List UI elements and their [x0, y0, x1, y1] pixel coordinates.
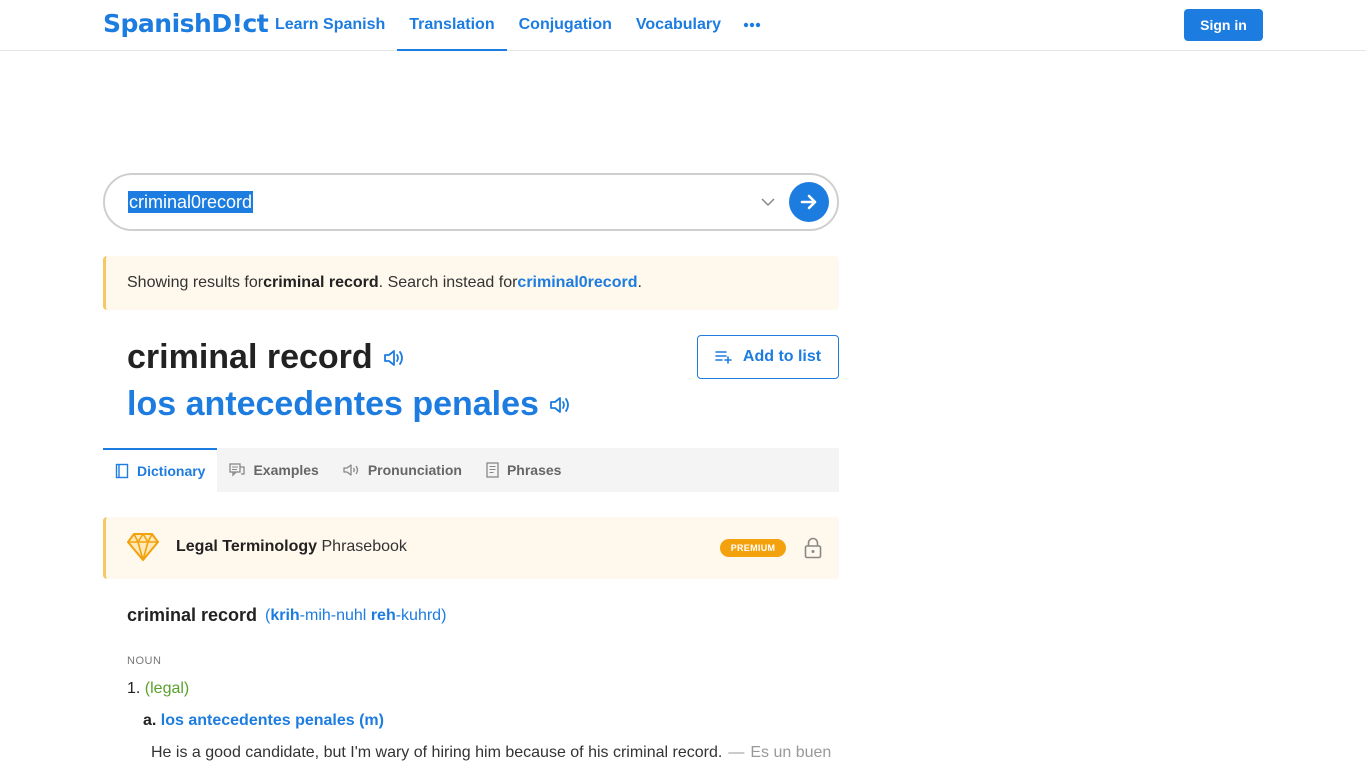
- notice-result: criminal record: [263, 274, 379, 291]
- more-dots-icon[interactable]: [733, 0, 771, 50]
- speaker-icon[interactable]: [383, 348, 405, 368]
- tab-label: Examples: [253, 462, 319, 478]
- sense-1a: a. los antecedentes penales (m): [143, 712, 384, 730]
- chevron-down-icon[interactable]: [760, 194, 776, 210]
- pron-stress-2: reh: [370, 607, 396, 624]
- pron-part-2: -mih-nuhl: [299, 607, 371, 624]
- speaker-icon[interactable]: [549, 395, 571, 415]
- playlist-add-icon: [715, 351, 732, 364]
- tab-phrases[interactable]: Phrases: [474, 448, 573, 492]
- pron-stress-1: krih: [270, 607, 300, 624]
- result-tabs: Dictionary Examples Pronunciation Phrase…: [103, 448, 839, 492]
- phrasebook-name: Legal Terminology: [176, 538, 318, 555]
- sub-sense-letter: a.: [143, 712, 157, 729]
- site-header: SpanishD!ct Learn Spanish Translation Co…: [0, 0, 1366, 51]
- nav-translation[interactable]: Translation: [397, 0, 507, 51]
- phrasebook-subtitle: Phrasebook: [317, 538, 407, 555]
- nav-vocabulary[interactable]: Vocabulary: [624, 0, 733, 50]
- tab-label: Dictionary: [137, 463, 206, 479]
- search-instead-link[interactable]: criminal0record: [517, 274, 637, 292]
- add-to-list-button[interactable]: Add to list: [697, 335, 839, 379]
- headword: criminal record: [127, 338, 405, 377]
- tab-pronunciation[interactable]: Pronunciation: [331, 448, 474, 492]
- tab-label: Phrases: [506, 462, 562, 478]
- sense-number: 1.: [127, 680, 141, 697]
- entry-headword: criminal record: [127, 605, 258, 625]
- search-input[interactable]: criminal0record: [128, 191, 254, 213]
- premium-badge: PREMIUM: [720, 539, 786, 557]
- part-of-speech: NOUN: [127, 655, 162, 667]
- phrasebook-promo[interactable]: Legal Terminology Phrasebook PREMIUM: [103, 517, 839, 579]
- main-nav: Learn Spanish Translation Conjugation Vo…: [263, 0, 771, 51]
- nav-conjugation[interactable]: Conjugation: [507, 0, 624, 50]
- tab-label: Pronunciation: [367, 462, 462, 478]
- search-submit-button[interactable]: [789, 182, 829, 222]
- diamond-icon: [126, 532, 160, 567]
- speaker-icon: [343, 464, 358, 476]
- pron-part-4: -kuhrd: [395, 607, 442, 624]
- example-english: He is a good candidate, but I'm wary of …: [151, 744, 723, 761]
- search-box[interactable]: criminal0record: [103, 173, 839, 231]
- add-to-list-label: Add to list: [742, 348, 822, 365]
- example-spanish: Es un buen: [750, 744, 832, 761]
- translation-text[interactable]: los antecedentes penales: [127, 385, 539, 424]
- arrow-right-icon: [800, 194, 817, 210]
- sign-in-button[interactable]: Sign in: [1184, 9, 1263, 41]
- document-icon: [486, 462, 499, 478]
- example-sentence: He is a good candidate, but I'm wary of …: [151, 744, 831, 762]
- example-dash: —: [728, 744, 745, 761]
- pron-close: ): [441, 607, 447, 624]
- lock-icon: [804, 537, 822, 564]
- notice-suffix: .: [637, 274, 642, 291]
- sub-sense-translation[interactable]: los antecedentes penales (m): [161, 712, 384, 729]
- site-logo[interactable]: SpanishD!ct: [103, 9, 269, 38]
- tab-dictionary[interactable]: Dictionary: [103, 448, 218, 492]
- sense-1: 1. (legal): [127, 680, 189, 698]
- sense-context: (legal): [144, 680, 190, 697]
- phrasebook-title: Legal Terminology Phrasebook: [176, 538, 407, 556]
- notice-middle: . Search instead for: [378, 274, 518, 291]
- book-icon: [115, 463, 129, 479]
- tab-examples[interactable]: Examples: [217, 448, 330, 492]
- chat-icon: [229, 463, 246, 477]
- did-you-mean-notice: Showing results for criminal record . Se…: [103, 256, 839, 310]
- headword-translation: los antecedentes penales: [127, 385, 571, 424]
- entry-pronunciation[interactable]: (krih-mih-nuhl reh-kuhrd): [265, 607, 446, 625]
- nav-learn-spanish[interactable]: Learn Spanish: [263, 0, 397, 50]
- notice-prefix: Showing results for: [127, 274, 264, 291]
- headword-text: criminal record: [127, 338, 373, 376]
